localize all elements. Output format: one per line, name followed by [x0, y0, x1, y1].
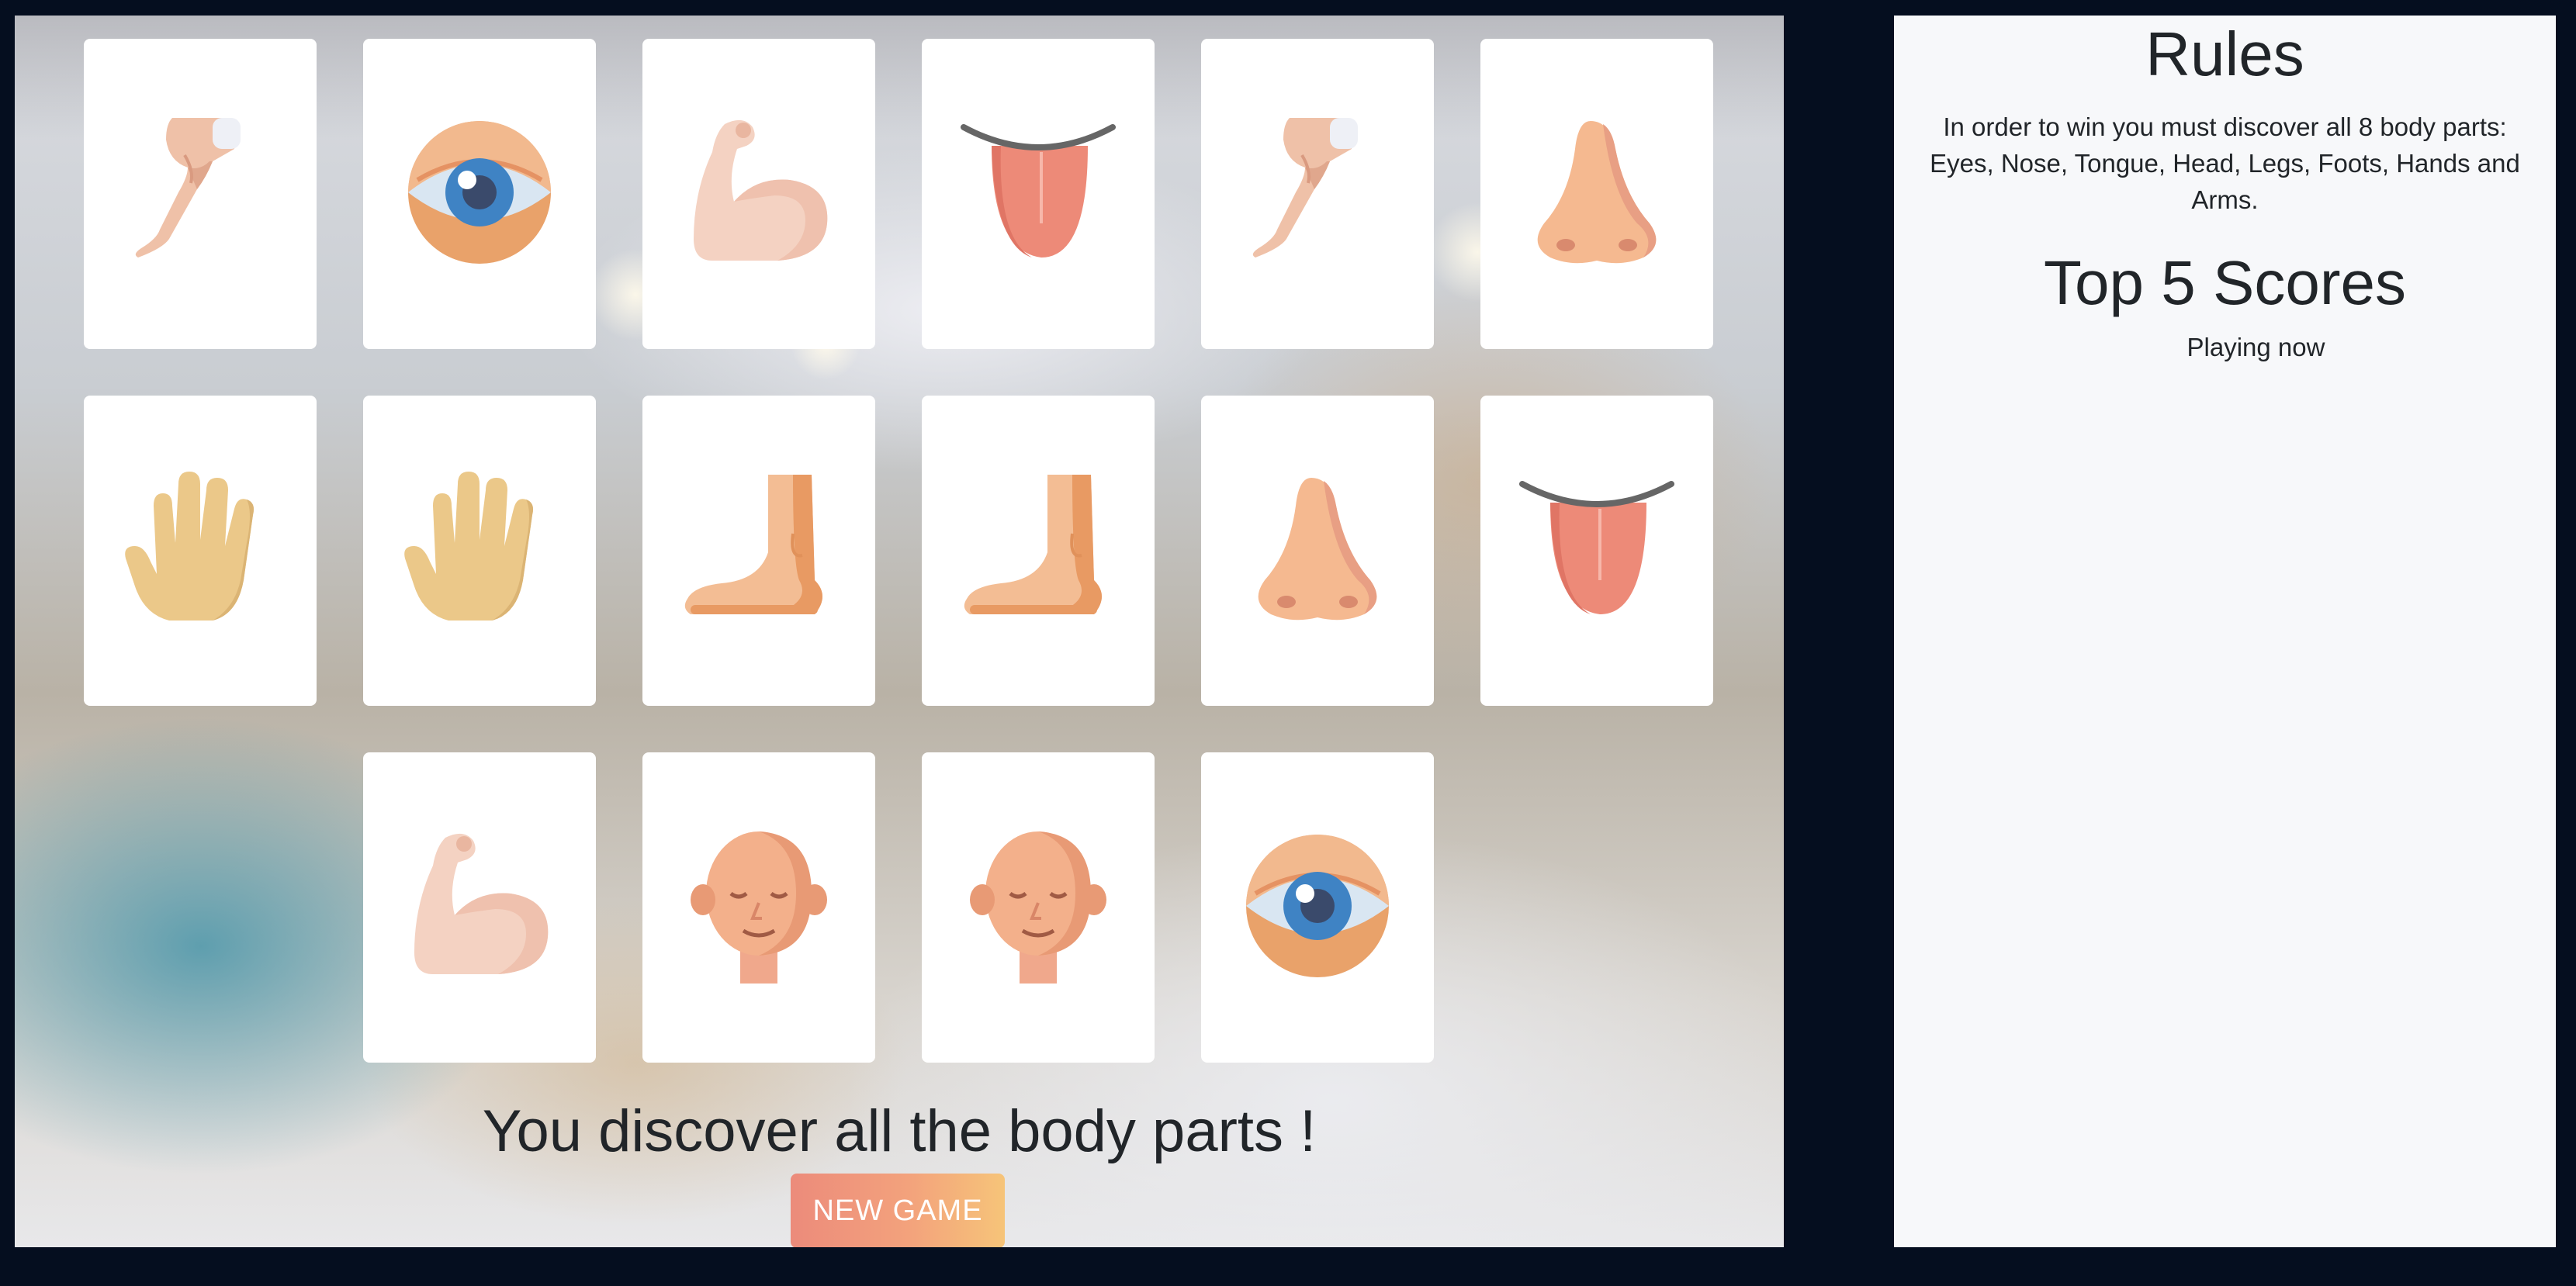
card-nose[interactable]	[1480, 39, 1713, 349]
card-head[interactable]	[922, 752, 1155, 1063]
playing-now-label: Playing now	[2186, 333, 2325, 361]
card-eye[interactable]	[1201, 752, 1434, 1063]
tongue-icon	[1519, 472, 1674, 631]
win-message: You discover all the body parts !	[482, 1098, 1317, 1164]
leg-icon	[123, 115, 278, 274]
tongue-icon	[961, 115, 1116, 274]
rules-title: Rules	[2145, 19, 2304, 88]
foot-icon	[961, 472, 1116, 631]
head-icon	[681, 828, 836, 987]
card-foot[interactable]	[922, 396, 1155, 706]
rules-panel: Rules In order to win you must discover …	[1894, 16, 2556, 1247]
card-foot[interactable]	[642, 396, 875, 706]
nose-icon	[1519, 115, 1674, 274]
arm-icon	[681, 115, 836, 274]
leg-icon	[1240, 115, 1395, 274]
eye-icon	[1240, 828, 1395, 987]
eye-icon	[402, 115, 557, 274]
game-board: You discover all the body parts ! NEW GA…	[15, 16, 1784, 1247]
card-hand[interactable]	[363, 396, 596, 706]
nose-icon	[1240, 472, 1395, 631]
card-nose[interactable]	[1201, 396, 1434, 706]
rules-text: In order to win you must discover all 8 …	[1930, 112, 2520, 214]
card-arm[interactable]	[642, 39, 875, 349]
foot-icon	[681, 472, 836, 631]
new-game-button[interactable]: NEW GAME	[791, 1174, 1005, 1247]
card-tongue[interactable]	[922, 39, 1155, 349]
hand-icon	[402, 471, 557, 631]
arm-icon	[402, 828, 557, 987]
card-head[interactable]	[642, 752, 875, 1063]
card-leg[interactable]	[84, 39, 317, 349]
card-leg[interactable]	[1201, 39, 1434, 349]
card-arm[interactable]	[363, 752, 596, 1063]
card-hand[interactable]	[84, 396, 317, 706]
card-eye[interactable]	[363, 39, 596, 349]
card-tongue[interactable]	[1480, 396, 1713, 706]
hand-icon	[123, 471, 278, 631]
scores-title: Top 5 Scores	[2044, 248, 2406, 317]
head-icon	[961, 828, 1116, 987]
